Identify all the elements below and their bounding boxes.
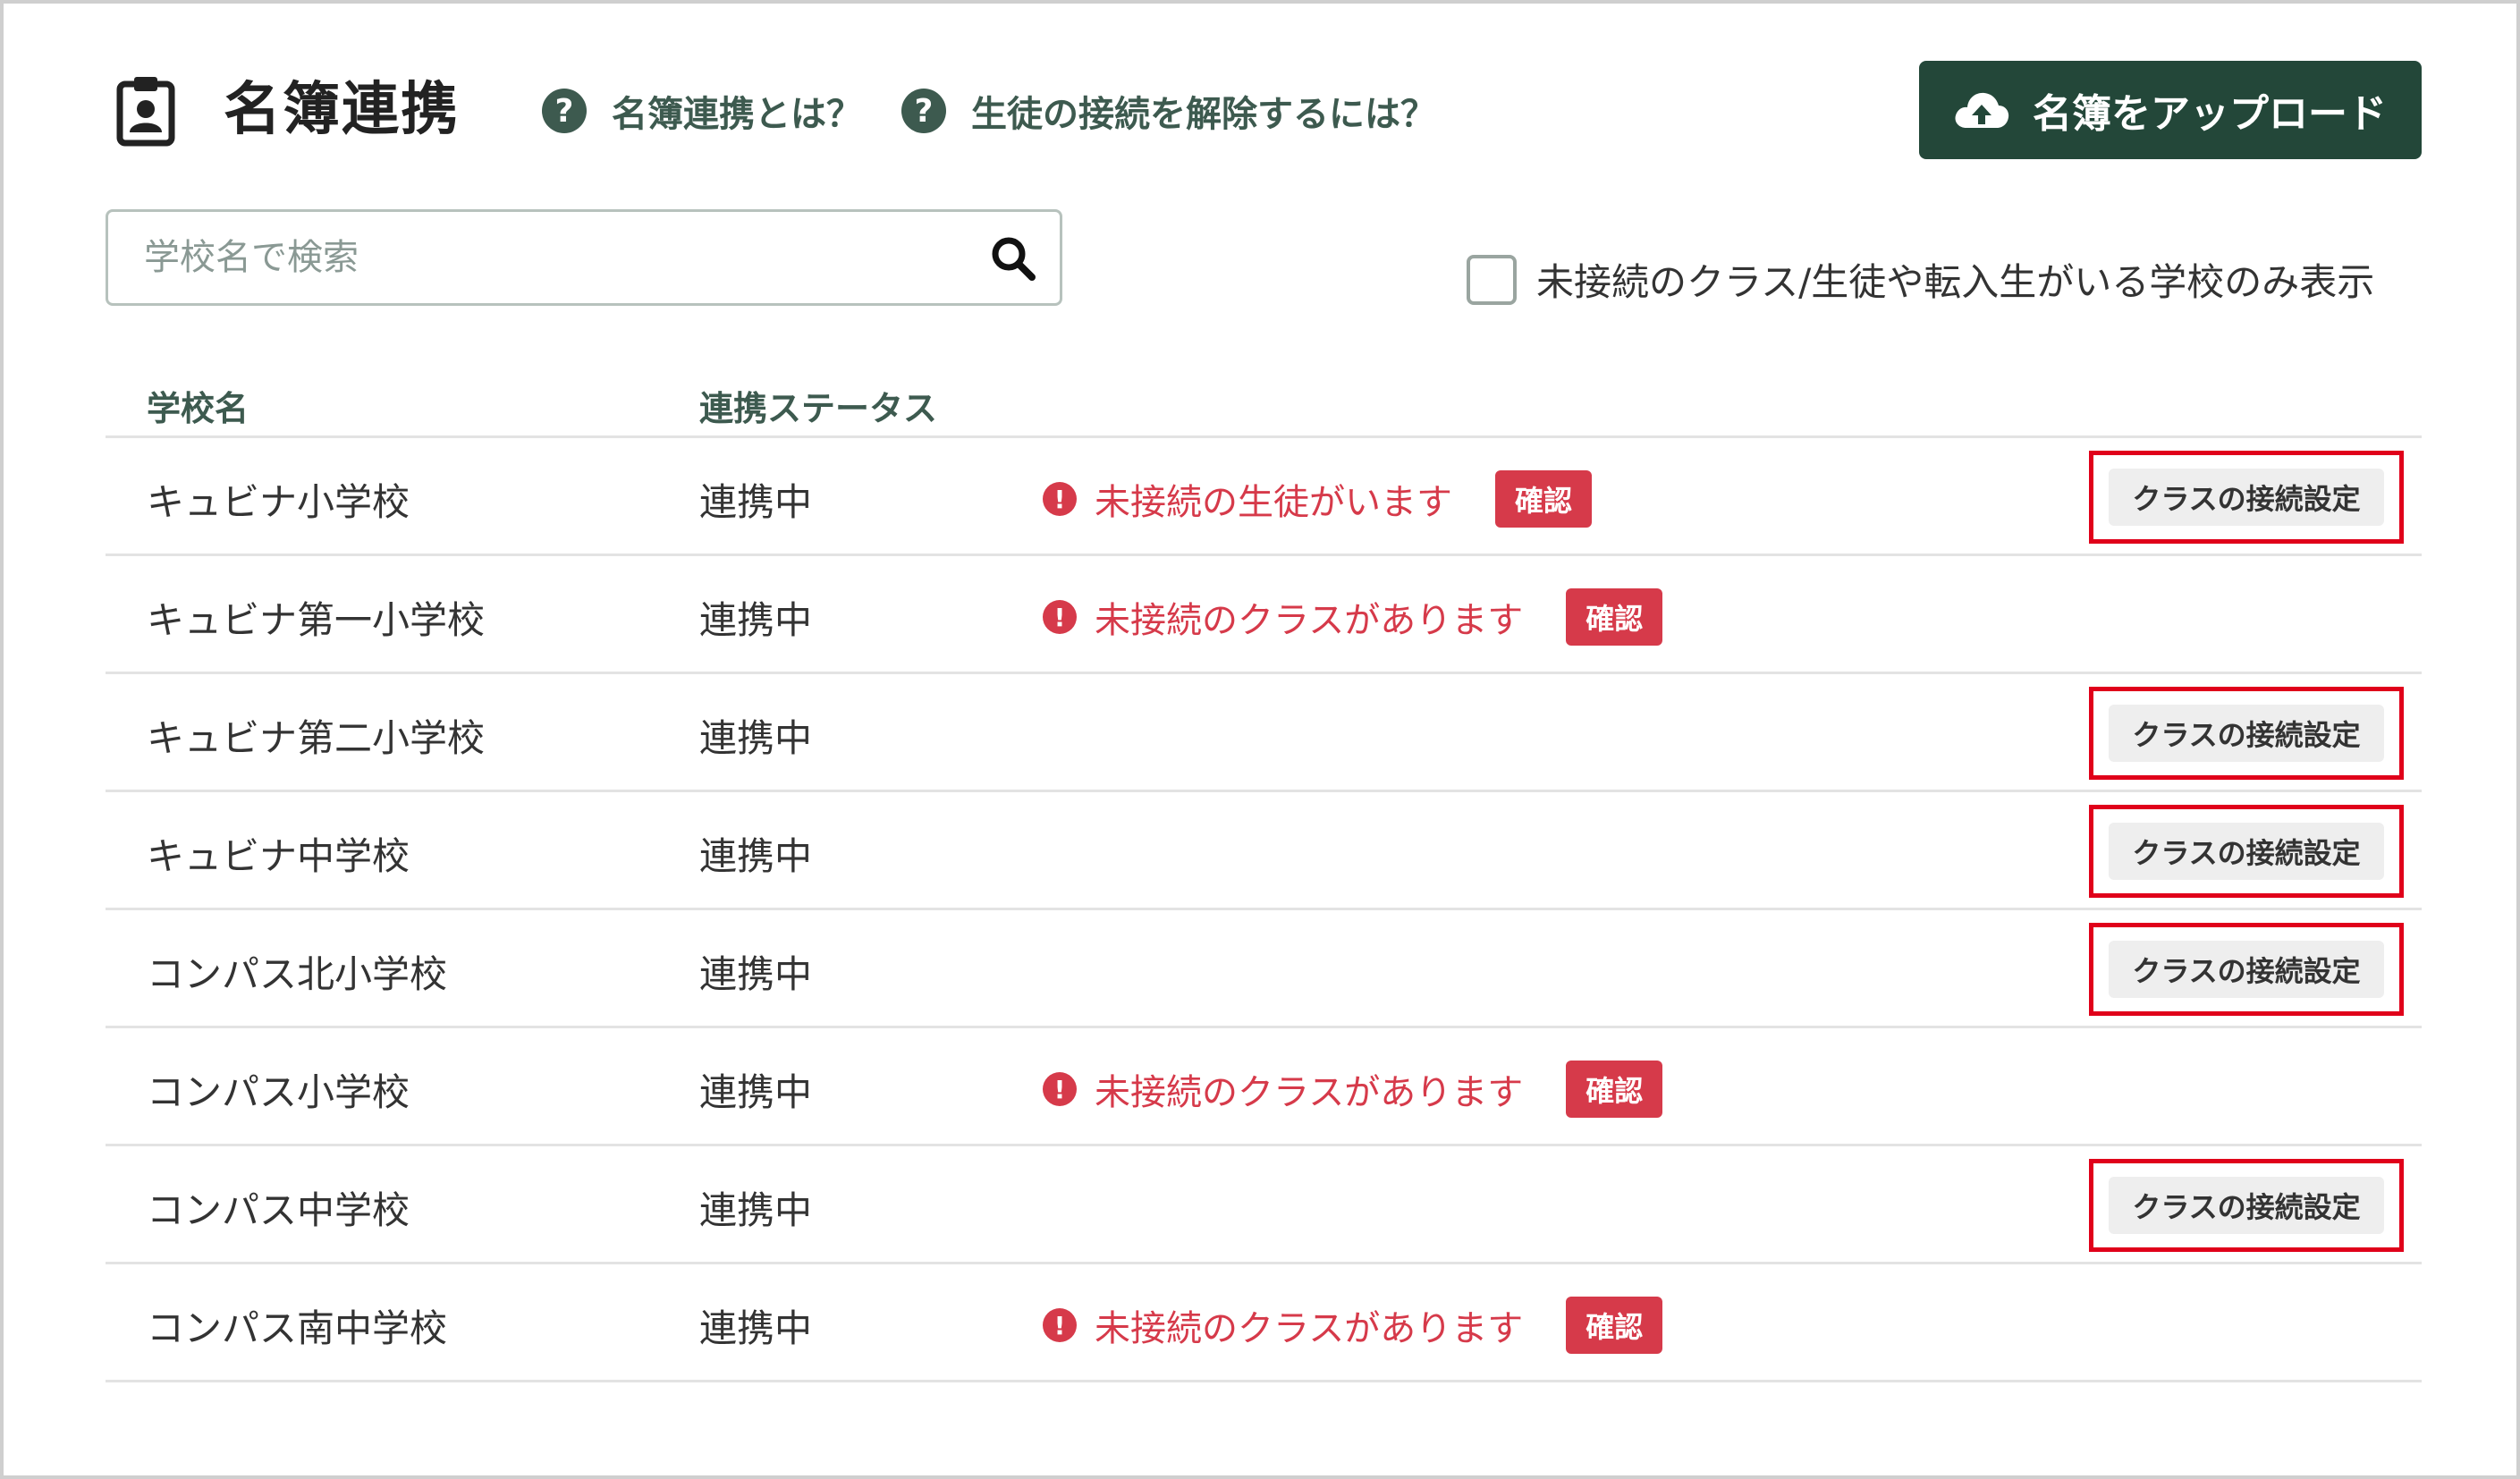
exclamation-circle-icon: ! — [1043, 600, 1077, 634]
school-name: コンパス小学校 — [147, 1070, 410, 1114]
search-icon[interactable] — [990, 235, 1036, 282]
table-row: キュビナ第二小学校 連携中 ! クラスの接続設定 — [106, 674, 2422, 792]
column-header-school-name: 学校名 — [147, 389, 249, 428]
upload-roster-label: 名簿をアップロード — [2033, 91, 2387, 137]
connect-settings-highlight: クラスの接続設定 — [2089, 805, 2404, 898]
exclamation-circle-icon: ! — [1043, 482, 1077, 516]
help-link-disconnect-student[interactable]: ? 生徒の接続を解除するには？ — [901, 82, 1436, 139]
help-link-about-roster[interactable]: ? 名簿連携とは？ — [542, 82, 862, 139]
connect-settings-highlight: クラスの接続設定 — [2089, 687, 2404, 780]
school-name: コンパス北小学校 — [147, 952, 448, 996]
unconnected-filter-checkbox[interactable] — [1467, 254, 1517, 305]
link-status: 連携中 — [699, 716, 813, 760]
class-connect-settings-button[interactable]: クラスの接続設定 — [2109, 941, 2384, 998]
class-connect-settings-button[interactable]: クラスの接続設定 — [2109, 823, 2384, 880]
link-status: 連携中 — [699, 1306, 813, 1350]
class-connect-settings-button[interactable]: クラスの接続設定 — [2109, 705, 2384, 762]
page-title: 名簿連携 — [224, 77, 460, 143]
confirm-button[interactable]: 確認 — [1566, 1061, 1663, 1118]
confirm-button[interactable]: 確認 — [1495, 470, 1593, 528]
school-name: キュビナ小学校 — [147, 480, 410, 524]
table-row: コンパス南中学校 連携中 ! 未接続のクラスがあります 確認 — [106, 1264, 2422, 1382]
link-status: 連携中 — [699, 952, 813, 996]
connect-settings-highlight: クラスの接続設定 — [2089, 923, 2404, 1016]
class-connect-settings-button[interactable]: クラスの接続設定 — [2109, 469, 2384, 526]
school-name: キュビナ第二小学校 — [147, 716, 486, 760]
table-row: キュビナ中学校 連携中 ! クラスの接続設定 — [106, 792, 2422, 910]
table-body: キュビナ小学校 連携中 ! 未接続の生徒がいます 確認 クラスの接続設定 キュビ… — [106, 438, 2422, 1382]
app-frame: 名簿連携 ? 名簿連携とは？ ? 生徒の接続を解除するには？ 名簿をアップロード… — [0, 0, 2520, 1479]
school-name: コンパス南中学校 — [147, 1306, 448, 1350]
school-name: キュビナ第一小学校 — [147, 598, 486, 642]
unconnected-filter-label: 未接続のクラス/生徒や転入生がいる学校のみ表示 — [1536, 260, 2375, 304]
unconnected-filter[interactable]: 未接続のクラス/生徒や転入生がいる学校のみ表示 — [1467, 252, 2374, 307]
upload-roster-button[interactable]: 名簿をアップロード — [1919, 61, 2422, 159]
clipboard-user-icon — [116, 77, 175, 147]
unconnected-alert: ! 未接続のクラスがあります 確認 — [1043, 588, 1663, 646]
page-header: 名簿連携 ? 名簿連携とは？ ? 生徒の接続を解除するには？ 名簿をアップロード — [4, 4, 2516, 218]
school-search — [106, 209, 1062, 306]
cloud-upload-icon — [1955, 92, 2009, 128]
alert-text: 未接続のクラスがあります — [1095, 1308, 1524, 1349]
table-header: 学校名 連携ステータス — [106, 361, 2422, 438]
table-row: キュビナ小学校 連携中 ! 未接続の生徒がいます 確認 クラスの接続設定 — [106, 438, 2422, 556]
help-link-label: 生徒の接続を解除するには？ — [971, 94, 1436, 135]
connect-settings-highlight: クラスの接続設定 — [2089, 451, 2404, 544]
exclamation-circle-icon: ! — [1043, 1308, 1077, 1342]
school-table: 学校名 連携ステータス キュビナ小学校 連携中 ! 未接続の生徒がいます 確認 … — [106, 361, 2422, 1382]
school-search-input[interactable] — [144, 212, 949, 303]
confirm-button[interactable]: 確認 — [1566, 1297, 1663, 1354]
table-row: コンパス中学校 連携中 ! クラスの接続設定 — [106, 1146, 2422, 1264]
alert-text: 未接続の生徒がいます — [1095, 482, 1452, 523]
link-status: 連携中 — [699, 480, 813, 524]
connect-settings-highlight: クラスの接続設定 — [2089, 1159, 2404, 1252]
unconnected-alert: ! 未接続の生徒がいます 確認 — [1043, 470, 1593, 528]
school-name: キュビナ中学校 — [147, 834, 410, 878]
link-status: 連携中 — [699, 598, 813, 642]
table-row: キュビナ第一小学校 連携中 ! 未接続のクラスがあります 確認 — [106, 556, 2422, 674]
exclamation-circle-icon: ! — [1043, 1072, 1077, 1106]
unconnected-alert: ! 未接続のクラスがあります 確認 — [1043, 1061, 1663, 1118]
question-circle-icon: ? — [542, 89, 587, 133]
link-status: 連携中 — [699, 834, 813, 878]
link-status: 連携中 — [699, 1188, 813, 1232]
table-row: コンパス小学校 連携中 ! 未接続のクラスがあります 確認 — [106, 1028, 2422, 1146]
alert-text: 未接続のクラスがあります — [1095, 600, 1524, 641]
alert-text: 未接続のクラスがあります — [1095, 1072, 1524, 1113]
unconnected-alert: ! 未接続のクラスがあります 確認 — [1043, 1297, 1663, 1354]
link-status: 連携中 — [699, 1070, 813, 1114]
column-header-status: 連携ステータス — [699, 389, 938, 428]
confirm-button[interactable]: 確認 — [1566, 588, 1663, 646]
help-link-label: 名簿連携とは？ — [612, 94, 862, 135]
table-row: コンパス北小学校 連携中 ! クラスの接続設定 — [106, 910, 2422, 1028]
school-name: コンパス中学校 — [147, 1188, 410, 1232]
question-circle-icon: ? — [901, 89, 946, 133]
class-connect-settings-button[interactable]: クラスの接続設定 — [2109, 1177, 2384, 1234]
